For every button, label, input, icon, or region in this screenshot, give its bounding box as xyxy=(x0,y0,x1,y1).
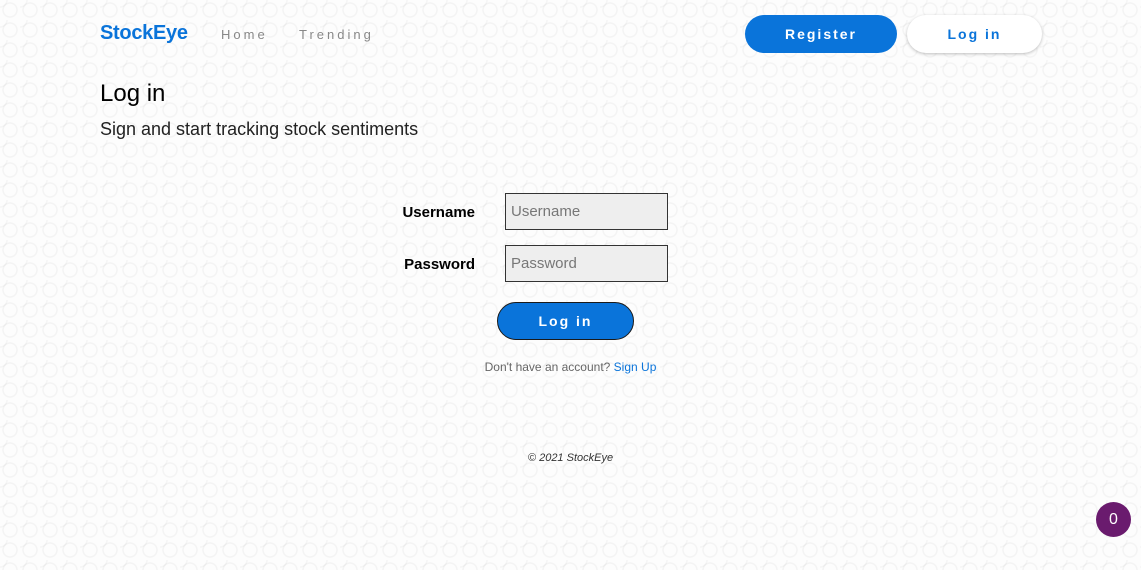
nav-login-button[interactable]: Log in xyxy=(907,15,1042,53)
username-label: Username xyxy=(402,204,475,221)
signup-prompt-text: Don't have an account? xyxy=(484,360,611,374)
page-title: Log in xyxy=(100,80,166,107)
password-label: Password xyxy=(404,256,475,273)
register-button[interactable]: Register xyxy=(745,15,897,53)
username-input[interactable] xyxy=(505,193,668,230)
nav-link-trending[interactable]: Trending xyxy=(299,27,374,42)
signup-link[interactable]: Sign Up xyxy=(614,360,657,374)
top-navbar: StockEye Home Trending Register Log in xyxy=(0,0,1141,66)
footer-copyright: © 2021 StockEye xyxy=(527,452,614,464)
nav-link-home[interactable]: Home xyxy=(221,27,268,42)
password-input[interactable] xyxy=(505,245,668,282)
notification-badge[interactable]: 0 xyxy=(1096,502,1131,537)
brand-logo[interactable]: StockEye xyxy=(100,22,188,45)
signup-prompt: Don't have an account? Sign Up xyxy=(0,360,1141,374)
login-submit-button[interactable]: Log in xyxy=(497,302,634,340)
page-subtitle: Sign and start tracking stock sentiments xyxy=(100,119,419,139)
